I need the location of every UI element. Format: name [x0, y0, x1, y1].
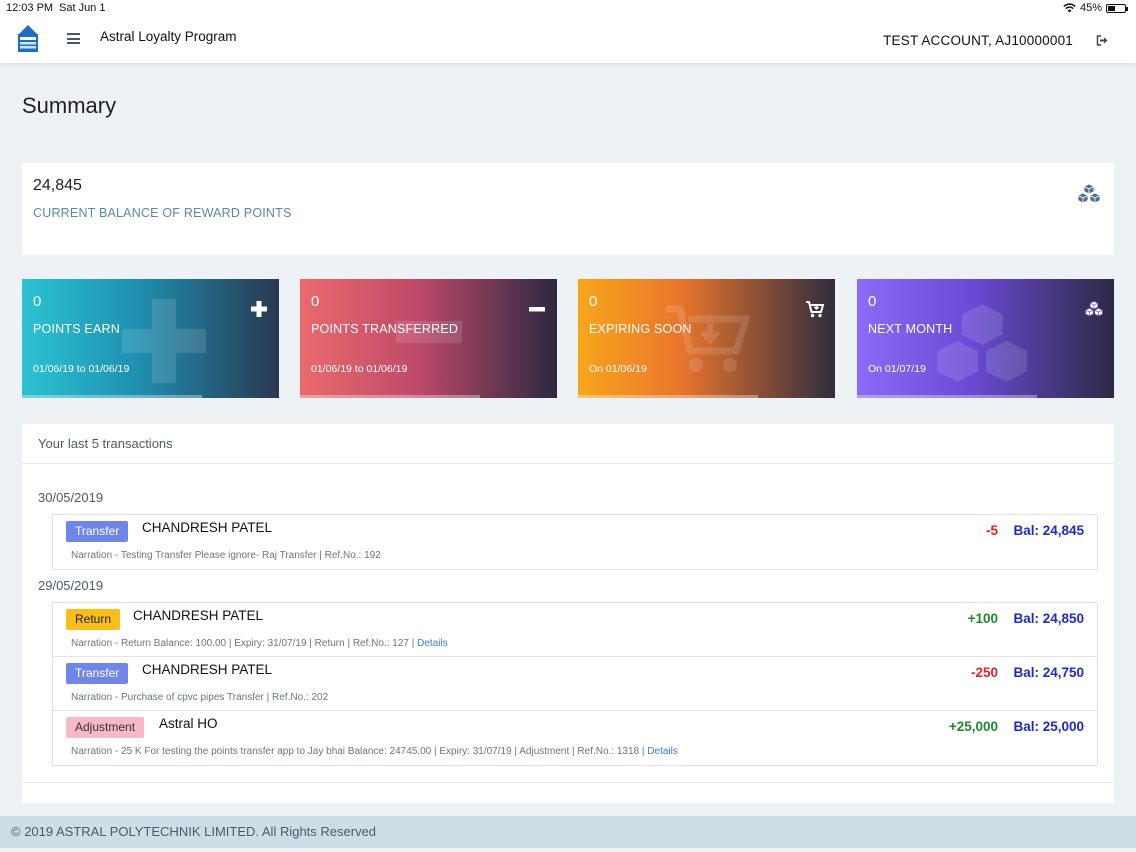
- type-badge: Return: [66, 609, 121, 630]
- stat-card-expiring-soon[interactable]: 0 EXPIRING SOON On 01/06/19: [578, 279, 835, 398]
- transaction-name: CHANDRESH PATEL: [142, 520, 273, 535]
- transaction-narration: Narration - 25 K For testing the points …: [71, 746, 678, 757]
- app-header: Astral Loyalty Program TEST ACCOUNT, AJ1…: [0, 16, 1136, 63]
- status-bar: 12:03 PM Sat Jun 1 45%: [0, 0, 1136, 16]
- status-right: 45%: [1063, 2, 1128, 14]
- transaction-amount: +25,000: [948, 719, 998, 734]
- progress-bar: [22, 395, 202, 398]
- transaction-group: Transfer CHANDRESH PATEL Narration - Tes…: [52, 514, 1098, 570]
- cubes-icon: [1084, 300, 1104, 317]
- transaction-row[interactable]: Return CHANDRESH PATEL Narration - Retur…: [53, 603, 1097, 657]
- details-link[interactable]: Details: [417, 638, 448, 649]
- stat-value: 0: [311, 293, 320, 310]
- transaction-amount: -250: [970, 665, 998, 680]
- cart-watermark-icon: [666, 305, 750, 372]
- transaction-balance: Bal: 24,845: [1013, 523, 1084, 538]
- stat-date: 01/06/19 to 01/06/19: [311, 363, 408, 375]
- balance-value: 24,845: [33, 177, 82, 194]
- transaction-row[interactable]: Transfer CHANDRESH PATEL Narration - Pur…: [53, 657, 1097, 711]
- stat-card-next-month[interactable]: 0 NEXT MONTH On 01/07/19: [857, 279, 1114, 398]
- transaction-row[interactable]: Adjustment Astral HO Narration - 25 K Fo…: [53, 711, 1097, 765]
- transaction-date: 30/05/2019: [38, 490, 104, 505]
- battery-percent: 45%: [1079, 2, 1102, 14]
- narration-text: Narration - Testing Transfer Please igno…: [71, 550, 381, 561]
- plus-icon: [251, 301, 267, 317]
- stat-date: On 01/06/19: [589, 363, 647, 375]
- narration-text: Narration - Purchase of cpvc pipes Trans…: [71, 692, 329, 703]
- logout-icon[interactable]: [1096, 35, 1108, 46]
- transaction-amount: +100: [967, 611, 998, 626]
- status-time: 12:03 PM: [6, 2, 54, 14]
- divider: [22, 782, 1114, 783]
- transaction-narration: Narration - Testing Transfer Please igno…: [71, 550, 381, 561]
- transaction-name: CHANDRESH PATEL: [133, 608, 264, 623]
- menu-icon[interactable]: [67, 33, 80, 44]
- stat-label: POINTS EARN: [33, 322, 120, 336]
- stat-label: EXPIRING SOON: [589, 322, 692, 336]
- page-title: Summary: [22, 93, 117, 118]
- type-badge: Transfer: [66, 663, 129, 684]
- details-link[interactable]: Details: [647, 746, 678, 757]
- transaction-narration: Narration - Return Balance: 100.00 | Exp…: [71, 638, 448, 649]
- status-date: Sat Jun 1: [59, 2, 106, 14]
- cubes-watermark-icon: [937, 304, 1027, 382]
- transaction-name: Astral HO: [159, 716, 218, 731]
- transaction-amount: -5: [985, 523, 998, 538]
- transaction-balance: Bal: 25,000: [1013, 719, 1084, 734]
- progress-bar: [578, 395, 758, 398]
- battery-icon: [1106, 3, 1128, 13]
- stat-value: 0: [868, 293, 877, 310]
- stat-card-points-transferred[interactable]: 0 POINTS TRANSFERRED 01/06/19 to 01/06/1…: [300, 279, 557, 398]
- stat-label: NEXT MONTH: [868, 322, 953, 336]
- stat-card-points-earn[interactable]: 0 POINTS EARN 01/06/19 to 01/06/19: [22, 279, 279, 398]
- progress-bar: [300, 395, 480, 398]
- page-footer: © 2019 ASTRAL POLYTECHNIK LIMITED. All R…: [0, 816, 1136, 848]
- transaction-balance: Bal: 24,850: [1013, 611, 1084, 626]
- transaction-balance: Bal: 24,750: [1013, 665, 1084, 680]
- stat-date: On 01/07/19: [868, 363, 926, 375]
- balance-card: 24,845 CURRENT BALANCE OF REWARD POINTS: [22, 163, 1114, 255]
- astral-logo: [18, 25, 38, 52]
- transactions-heading: Your last 5 transactions: [22, 424, 1114, 464]
- cart-icon: [806, 301, 825, 318]
- minus-icon: [529, 307, 545, 312]
- narration-text: Narration - 25 K For testing the points …: [71, 746, 648, 757]
- type-badge: Adjustment: [66, 717, 145, 738]
- progress-bar: [857, 395, 1037, 398]
- transactions-card: Your last 5 transactions 30/05/2019 Tran…: [22, 424, 1114, 803]
- plus-watermark-icon: [122, 299, 206, 383]
- transaction-group: Return CHANDRESH PATEL Narration - Retur…: [52, 602, 1098, 766]
- transaction-name: CHANDRESH PATEL: [142, 662, 273, 677]
- account-name[interactable]: TEST ACCOUNT, AJ10000001: [883, 33, 1073, 48]
- transaction-row[interactable]: Transfer CHANDRESH PATEL Narration - Tes…: [53, 515, 1097, 569]
- cubes-icon: [1077, 183, 1101, 204]
- transaction-narration: Narration - Purchase of cpvc pipes Trans…: [71, 692, 328, 703]
- stat-label: POINTS TRANSFERRED: [311, 322, 459, 336]
- app-title: Astral Loyalty Program: [100, 29, 237, 44]
- stat-value: 0: [589, 293, 598, 310]
- wifi-icon: [1063, 3, 1076, 13]
- type-badge: Transfer: [66, 521, 129, 542]
- stat-value: 0: [33, 293, 42, 310]
- balance-label: CURRENT BALANCE OF REWARD POINTS: [33, 206, 292, 220]
- transaction-date: 29/05/2019: [38, 578, 104, 593]
- stat-date: 01/06/19 to 01/06/19: [33, 363, 130, 375]
- narration-text: Narration - Return Balance: 100.00 | Exp…: [71, 638, 418, 649]
